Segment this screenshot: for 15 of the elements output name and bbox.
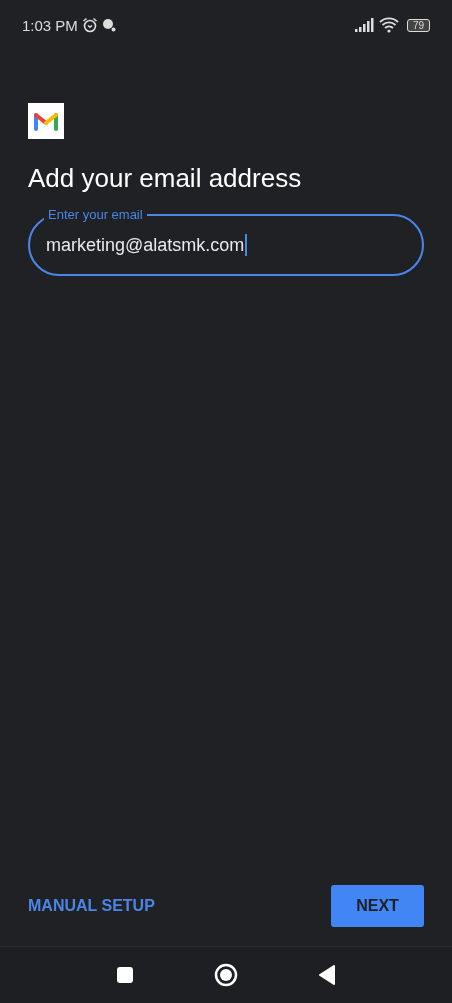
signal-icon (354, 18, 375, 32)
wifi-icon (378, 17, 399, 33)
battery-indicator: 79 (406, 18, 430, 32)
field-value: marketing@alatsmk.com (46, 234, 245, 256)
recent-apps-icon[interactable] (116, 966, 134, 984)
home-icon[interactable] (214, 963, 238, 987)
status-time: 1:03 PM (22, 16, 78, 34)
mail-logo-icon (28, 103, 64, 139)
bubble-icon (101, 18, 116, 32)
manual-setup-button[interactable]: MANUAL SETUP (28, 897, 155, 915)
alarm-clock-icon (81, 17, 98, 33)
next-button[interactable]: NEXT (331, 885, 424, 927)
page-title: Add your email address (28, 163, 302, 194)
back-icon[interactable] (318, 965, 336, 985)
field-label: Enter your email (44, 207, 147, 222)
